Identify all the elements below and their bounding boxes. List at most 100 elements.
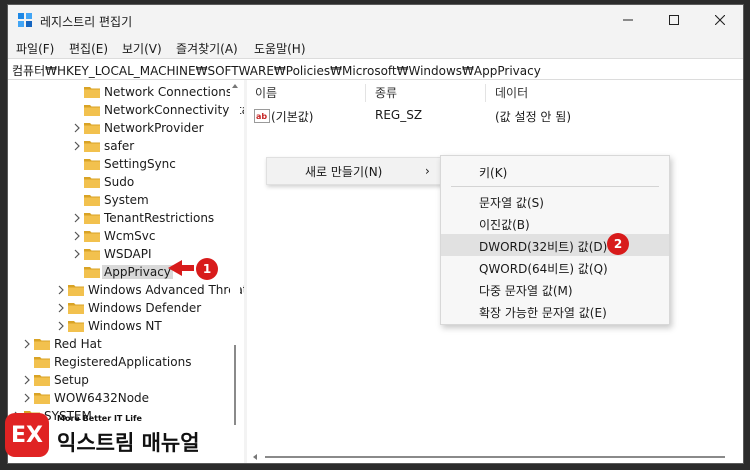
- tree-item[interactable]: Windows Advanced Threat Protection: [8, 281, 244, 299]
- tree-item-label: System: [104, 193, 149, 207]
- menu-item-multi-string-value[interactable]: 다중 문자열 값(M): [441, 278, 669, 300]
- address-path[interactable]: 컴퓨터₩HKEY_LOCAL_MACHINE₩SOFTWARE₩Policies…: [12, 62, 541, 79]
- folder-icon: [84, 141, 100, 152]
- watermark-name: 익스트림 매뉴얼: [57, 431, 200, 455]
- folder-icon: [84, 123, 100, 134]
- new-submenu: 키(K) 문자열 값(S) 이진값(B) DWORD(32비트) 값(D) QW…: [440, 155, 670, 325]
- tree-item-label: Windows Defender: [88, 301, 202, 315]
- regedit-icon: [18, 13, 32, 27]
- site-watermark: EX More Better IT Life 익스트림 매뉴얼: [5, 410, 225, 466]
- menu-item-new[interactable]: 새로 만들기(N): [305, 163, 382, 180]
- tree-item-label: safer: [104, 139, 135, 153]
- menu-bar: 파일(F) 편집(E) 보기(V) 즐겨찾기(A) 도움말(H): [8, 37, 743, 57]
- value-data: (값 설정 안 됨): [495, 110, 572, 124]
- tree-item-label: NetworkConnectivityStatusIndicator: [104, 103, 244, 117]
- tree-scroll-thumb[interactable]: [234, 345, 236, 425]
- chevron-right-icon[interactable]: [22, 392, 32, 404]
- column-header-type[interactable]: 종류: [375, 84, 397, 101]
- close-button[interactable]: [697, 5, 743, 35]
- menu-item-key[interactable]: 키(K): [441, 160, 669, 182]
- folder-icon: [34, 375, 50, 386]
- chevron-right-icon[interactable]: [72, 248, 82, 260]
- menu-item-label: QWORD(64비트) 값(Q): [479, 262, 608, 276]
- tree-item-label: Setup: [54, 373, 89, 387]
- chevron-right-icon[interactable]: [72, 140, 82, 152]
- column-divider[interactable]: [365, 84, 366, 102]
- tree-vertical-scrollbar[interactable]: [230, 80, 240, 463]
- tree-item[interactable]: WOW6432Node: [8, 389, 244, 407]
- address-bar[interactable]: 컴퓨터₩HKEY_LOCAL_MACHINE₩SOFTWARE₩Policies…: [8, 58, 743, 80]
- menu-item-dword-value[interactable]: DWORD(32비트) 값(D): [441, 234, 669, 256]
- folder-icon: [84, 105, 100, 116]
- column-header-name[interactable]: 이름: [255, 84, 277, 101]
- tree-item[interactable]: RegisteredApplications: [8, 353, 244, 371]
- tree-item[interactable]: NetworkProvider: [8, 119, 244, 137]
- folder-icon: [84, 159, 100, 170]
- minimize-button[interactable]: [605, 5, 651, 35]
- menu-view[interactable]: 보기(V): [122, 40, 162, 57]
- folder-icon: [84, 177, 100, 188]
- menu-edit[interactable]: 편집(E): [69, 40, 108, 57]
- folder-icon: [84, 195, 100, 206]
- chevron-right-icon[interactable]: [22, 374, 32, 386]
- menu-help[interactable]: 도움말(H): [254, 40, 306, 57]
- tree-item[interactable]: Setup: [8, 371, 244, 389]
- watermark-logo-icon: EX: [5, 413, 49, 457]
- window-title: 레지스트리 편집기: [40, 15, 133, 29]
- scroll-up-icon: [232, 84, 238, 88]
- folder-icon: [84, 231, 100, 242]
- tree-item[interactable]: System: [8, 191, 244, 209]
- column-header-data[interactable]: 데이터: [495, 84, 528, 101]
- column-divider[interactable]: [485, 84, 486, 102]
- folder-icon: [34, 393, 50, 404]
- tree-item[interactable]: SettingSync: [8, 155, 244, 173]
- tree-item[interactable]: Windows NT: [8, 317, 244, 335]
- tree-item[interactable]: WcmSvc: [8, 227, 244, 245]
- red-arrow-icon: [168, 260, 194, 276]
- step-badge-2: 2: [607, 233, 629, 255]
- chevron-right-icon[interactable]: [72, 122, 82, 134]
- tree-item-label: RegisteredApplications: [54, 355, 192, 369]
- tree-item[interactable]: NetworkConnectivityStatusIndicator: [8, 101, 244, 119]
- tree-item[interactable]: TenantRestrictions: [8, 209, 244, 227]
- menu-item-label: 이진값(B): [479, 218, 530, 232]
- chevron-right-icon[interactable]: [22, 338, 32, 350]
- maximize-button[interactable]: [651, 5, 697, 35]
- tree-item[interactable]: Red Hat: [8, 335, 244, 353]
- menu-item-label: 문자열 값(S): [479, 196, 544, 210]
- tree-item-label: Windows Advanced Threat Protection: [88, 283, 244, 297]
- values-scroll-thumb[interactable]: [265, 456, 725, 458]
- menu-file[interactable]: 파일(F): [16, 40, 54, 57]
- svg-text:ab: ab: [256, 112, 267, 121]
- value-name: (기본값): [271, 110, 314, 124]
- value-type: REG_SZ: [375, 108, 423, 122]
- tree-item-label: WcmSvc: [104, 229, 156, 243]
- chevron-right-icon[interactable]: [56, 320, 66, 332]
- folder-icon: [84, 267, 100, 278]
- tree-item-label: WOW6432Node: [54, 391, 150, 405]
- tree-item[interactable]: Sudo: [8, 173, 244, 191]
- chevron-right-icon[interactable]: [56, 284, 66, 296]
- menu-item-qword-value[interactable]: QWORD(64비트) 값(Q): [441, 256, 669, 278]
- chevron-right-icon[interactable]: [56, 302, 66, 314]
- tree-item-label: Windows NT: [88, 319, 162, 333]
- tree-item[interactable]: Network Connections: [8, 83, 244, 101]
- menu-item-label: 키(K): [479, 166, 508, 180]
- tree-item-label: Network Connections: [104, 85, 233, 99]
- menu-item-binary-value[interactable]: 이진값(B): [441, 212, 669, 234]
- tree-item-label: WSDAPI: [104, 247, 152, 261]
- menu-item-expandable-string-value[interactable]: 확장 가능한 문자열 값(E): [441, 300, 669, 322]
- folder-icon: [84, 213, 100, 224]
- tree-item-label: AppPrivacy: [102, 265, 173, 279]
- tree-item-label: Red Hat: [54, 337, 102, 351]
- maximize-icon: [669, 15, 679, 25]
- menu-favorites[interactable]: 즐겨찾기(A): [176, 40, 238, 57]
- values-horizontal-scrollbar[interactable]: [247, 451, 743, 463]
- chevron-right-icon[interactable]: [72, 212, 82, 224]
- menu-separator: [451, 186, 659, 187]
- tree-item[interactable]: safer: [8, 137, 244, 155]
- menu-item-label: 확장 가능한 문자열 값(E): [479, 306, 607, 320]
- tree-item[interactable]: Windows Defender: [8, 299, 244, 317]
- chevron-right-icon[interactable]: [72, 230, 82, 242]
- menu-item-string-value[interactable]: 문자열 값(S): [441, 190, 669, 212]
